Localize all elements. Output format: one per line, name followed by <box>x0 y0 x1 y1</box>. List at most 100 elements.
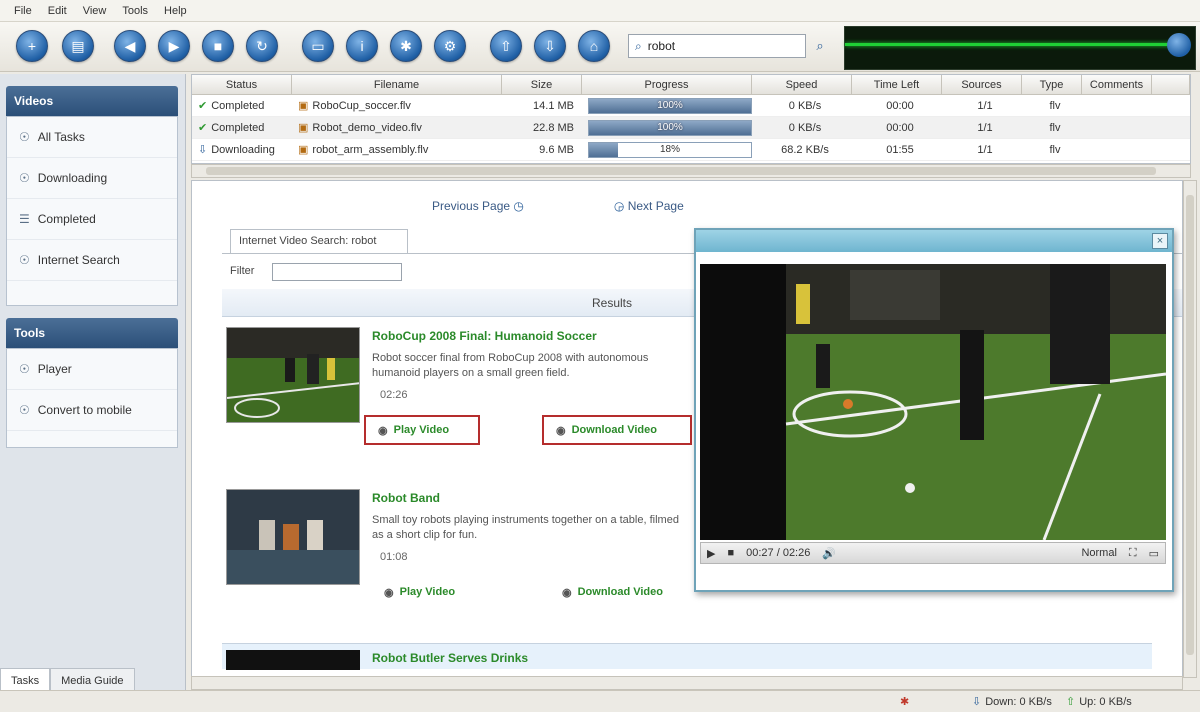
video-title[interactable]: Robot Band <box>372 491 440 505</box>
sidebar-item-internet-search[interactable]: ☉ Internet Search <box>7 240 177 281</box>
close-button[interactable]: × <box>1152 233 1168 249</box>
column-header[interactable]: Time Left <box>852 75 942 95</box>
browser-vertical-scrollbar[interactable] <box>1183 180 1197 678</box>
video-thumbnail[interactable] <box>226 650 360 670</box>
info-icon: i <box>360 38 364 54</box>
sidebar-item-all-tasks[interactable]: ☉ All Tasks <box>7 117 177 158</box>
convert-icon: ☉ <box>19 403 30 417</box>
next-page-link[interactable]: ◶ Next Page <box>614 199 684 213</box>
menu-view[interactable]: View <box>75 5 115 17</box>
column-header[interactable]: Filename <box>292 75 502 95</box>
soccer-thumbnail-image <box>227 328 359 422</box>
previous-page-label: Previous Page <box>432 199 511 213</box>
next-arrow-icon: ◶ <box>613 199 625 213</box>
download-button[interactable]: ⇩ <box>534 30 566 62</box>
search-results-tab[interactable]: Internet Video Search: robot <box>230 229 408 253</box>
open-button[interactable]: ▤ <box>62 30 94 62</box>
forward-button[interactable]: ▶ <box>158 30 190 62</box>
download-video-label: Download Video <box>577 586 663 598</box>
refresh-button[interactable]: ↻ <box>246 30 278 62</box>
downloads-table: Status Filename Size Progress Speed Time… <box>191 74 1191 164</box>
search-go-icon: ⌕ <box>816 38 824 53</box>
tools-panel: ☉ Player ☉ Convert to mobile <box>6 348 178 448</box>
video-title[interactable]: Robot Butler Serves Drinks <box>372 651 528 665</box>
browser-horizontal-scrollbar[interactable] <box>191 676 1183 690</box>
fullscreen-icon[interactable]: ⛶ <box>1123 547 1143 560</box>
screen-size-icon[interactable]: ▭ <box>1143 547 1165 560</box>
column-header[interactable]: Progress <box>582 75 752 95</box>
scroll-thumb[interactable] <box>206 167 1156 175</box>
column-header[interactable]: Sources <box>942 75 1022 95</box>
filter-label: Filter <box>230 265 255 277</box>
home-button[interactable]: ⌂ <box>578 30 610 62</box>
folder-button[interactable]: ▭ <box>302 30 334 62</box>
meter-knob-icon[interactable] <box>1167 33 1191 57</box>
next-page-label: Next Page <box>627 199 684 213</box>
column-header[interactable] <box>1152 75 1190 95</box>
quality-select[interactable]: Normal <box>1075 547 1122 559</box>
sidebar-item-label: Convert to mobile <box>37 403 132 417</box>
video-description: Robot soccer final from RoboCup 2008 wit… <box>372 352 649 379</box>
column-header[interactable]: Type <box>1022 75 1082 95</box>
download-video-button[interactable]: ◉ Download Video <box>550 577 700 607</box>
menu-tools[interactable]: Tools <box>114 5 156 17</box>
scroll-thumb[interactable] <box>1186 195 1194 655</box>
sidebar-item-convert[interactable]: ☉ Convert to mobile <box>7 390 177 431</box>
stop-button[interactable]: ■ <box>721 547 740 559</box>
sidebar-item-label: Completed <box>37 212 96 226</box>
info-button[interactable]: i <box>346 30 378 62</box>
table-horizontal-scrollbar[interactable] <box>191 164 1191 178</box>
search-go-button[interactable]: ⌕ <box>810 36 830 56</box>
video-title[interactable]: RoboCup 2008 Final: Humanoid Soccer <box>372 329 597 343</box>
video-player-window: × ▶ ■ 00:27 / 02:26 🔊 Normal ⛶ ▭ <box>694 228 1174 592</box>
videos-panel-title[interactable]: Videos <box>6 86 178 116</box>
column-header[interactable]: Size <box>502 75 582 95</box>
sidebar-item-player[interactable]: ☉ Player <box>7 349 177 390</box>
search-input[interactable]: ⌕ robot <box>628 34 806 58</box>
task-icon: ☉ <box>19 130 30 144</box>
filter-input[interactable] <box>272 263 402 281</box>
progress-bar: 100% <box>588 119 752 136</box>
tools-panel-title[interactable]: Tools <box>6 318 178 348</box>
add-url-button[interactable]: + <box>16 30 48 62</box>
sidebar-item-completed[interactable]: ☰ Completed <box>7 199 177 240</box>
row-time-left: 01:55 <box>886 143 914 156</box>
volume-icon[interactable]: 🔊 <box>816 547 842 560</box>
settings-button[interactable]: ⚙ <box>434 30 466 62</box>
sidebar-item-downloading[interactable]: ☉ Downloading <box>7 158 177 199</box>
previous-page-link[interactable]: Previous Page ◷ <box>432 199 524 213</box>
video-screen[interactable] <box>700 264 1166 540</box>
column-header[interactable]: Comments <box>1082 75 1152 95</box>
video-thumbnail[interactable] <box>226 327 360 423</box>
download-speed-label: Down: 0 KB/s <box>985 695 1052 708</box>
column-header[interactable]: Status <box>192 75 292 95</box>
back-button[interactable]: ◀ <box>114 30 146 62</box>
video-thumbnail[interactable] <box>226 489 360 585</box>
row-comment <box>1082 95 1152 117</box>
alert-icon[interactable]: ✱ <box>900 695 909 708</box>
play-video-button[interactable]: ◉ Play Video <box>364 415 480 445</box>
row-filename: Robot_demo_video.flv <box>312 121 422 134</box>
table-row[interactable]: ⇩ Downloading ▣ robot_arm_assembly.flv 9.6… <box>192 139 1190 161</box>
previous-arrow-icon: ◷ <box>513 199 524 213</box>
upload-button[interactable]: ⇧ <box>490 30 522 62</box>
play-pause-button[interactable]: ▶ <box>701 547 721 560</box>
column-header[interactable]: Speed <box>752 75 852 95</box>
download-video-button[interactable]: ◉ Download Video <box>542 415 692 445</box>
upload-speed: ⇧ Up: 0 KB/s <box>1066 695 1132 709</box>
row-type: flv <box>1049 99 1061 112</box>
page-navigation: Previous Page ◷ ◶ Next Page <box>432 199 684 213</box>
status-bar: ✱ ⇩ Down: 0 KB/s ⇧ Up: 0 KB/s <box>0 690 1200 712</box>
table-row[interactable]: ✔ Completed ▣ RoboCup_soccer.flv 14.1 MB 1… <box>192 95 1190 117</box>
play-video-button[interactable]: ◉ Play Video <box>372 577 488 607</box>
menu-file[interactable]: File <box>6 5 40 17</box>
stop-button[interactable]: ■ <box>202 30 234 62</box>
menu-help[interactable]: Help <box>156 5 195 17</box>
completed-icon: ☰ <box>19 212 30 226</box>
download-icon: ⇩ <box>544 37 556 54</box>
table-row[interactable]: ✔ Completed ▣ Robot_demo_video.flv 22.8 MB… <box>192 117 1190 139</box>
menu-edit[interactable]: Edit <box>40 5 75 17</box>
play-icon: ◉ <box>378 424 388 437</box>
player-title-bar[interactable]: × <box>696 230 1172 252</box>
tools-button[interactable]: ✱ <box>390 30 422 62</box>
